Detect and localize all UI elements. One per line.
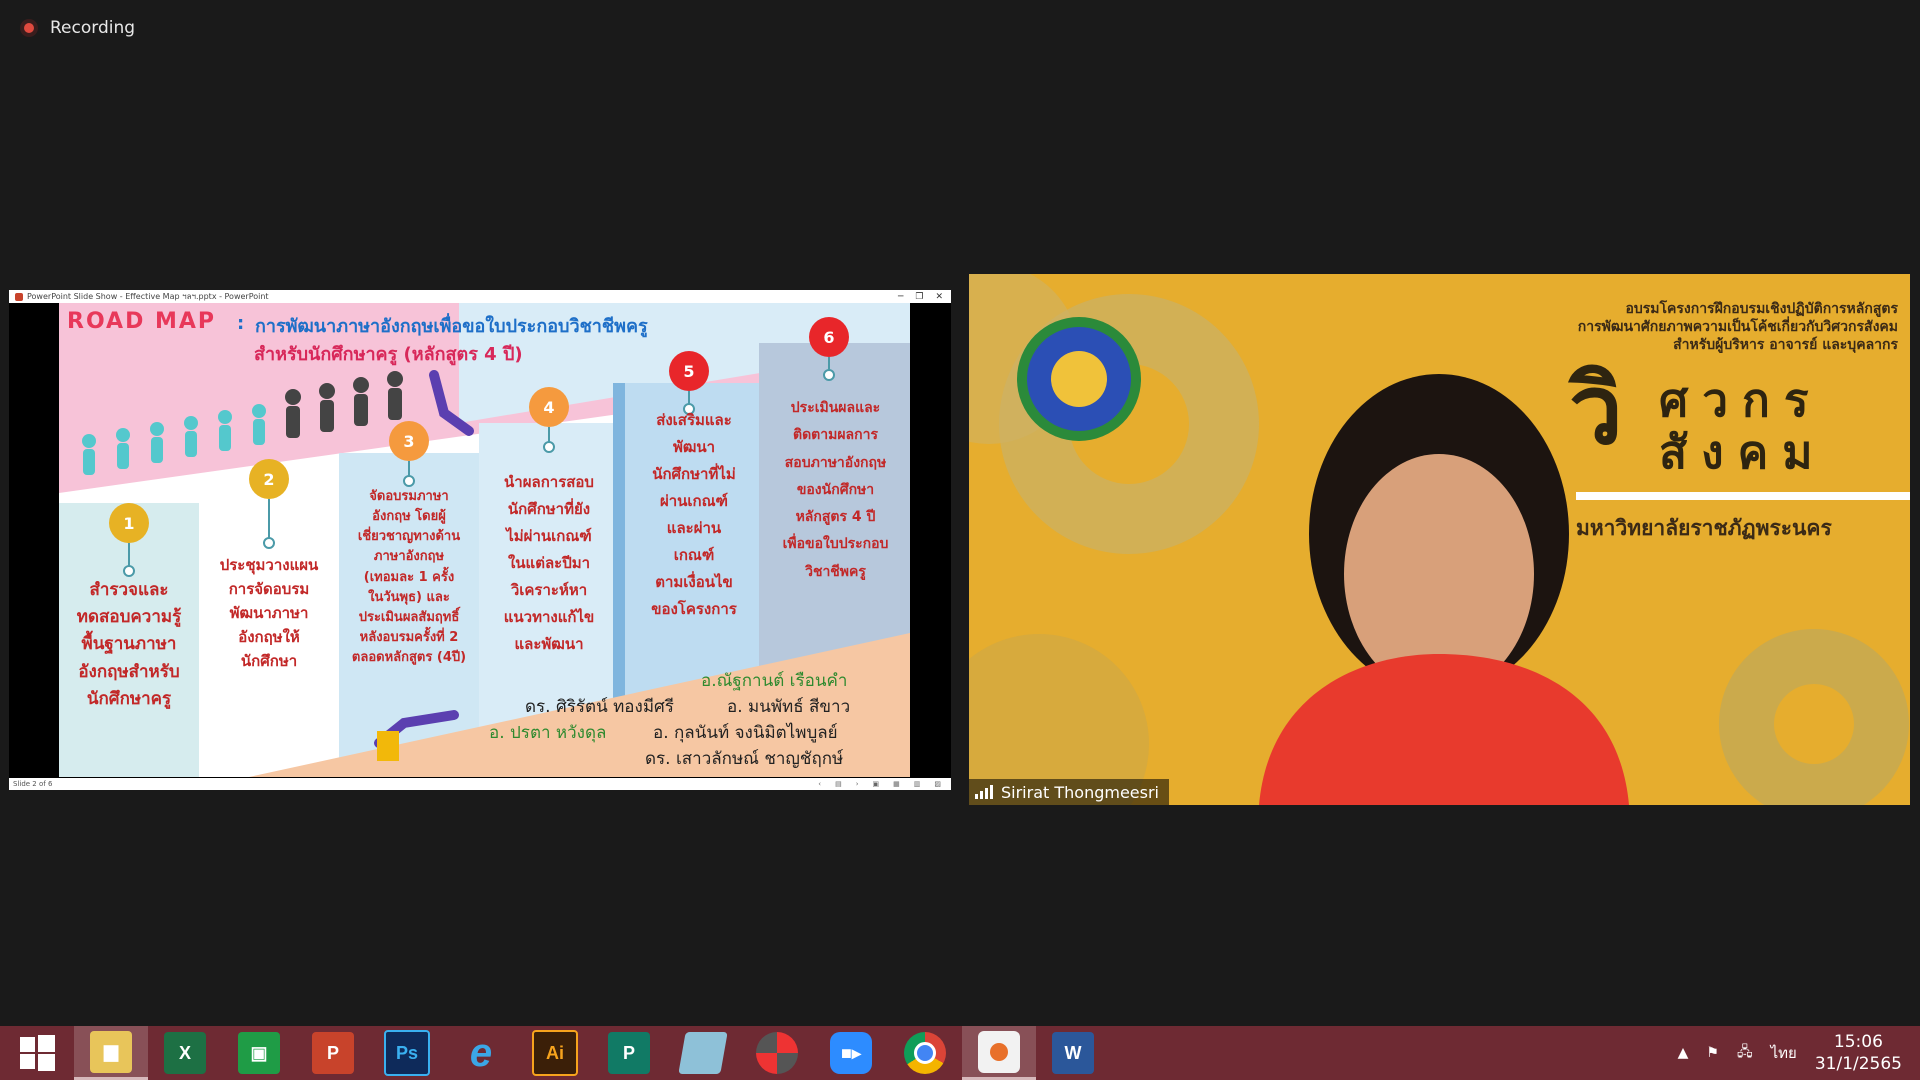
reading-view-icon[interactable]: ▥	[914, 780, 921, 788]
step-1-marker: 1	[109, 503, 149, 543]
banner-divider	[1576, 492, 1910, 500]
slideshow-status-bar: Slide 2 of 6 ‹ ▤ › ▣ ▦ ▥ ▨	[9, 778, 951, 790]
banner-line-3: สำหรับผู้บริหาร อาจารย์ และบุคลากร	[1673, 337, 1898, 353]
taskbar-powerpoint[interactable]: P	[296, 1026, 370, 1080]
step-1-stem	[128, 543, 130, 567]
taskbar-photoscape[interactable]	[740, 1026, 814, 1080]
participant-name-tag: Sirirat Thongmeesri	[969, 779, 1169, 805]
taskbar-excel[interactable]: X	[148, 1026, 222, 1080]
step-5-text: ส่งเสริมและ พัฒนา นักศึกษาที่ไม่ ผ่านเกณ…	[651, 411, 737, 618]
taskbar-photoshop[interactable]: Ps	[370, 1026, 444, 1080]
participant-video[interactable]: อบรมโครงการฝึกอบรมเชิงปฏิบัติการหลักสูตร…	[969, 274, 1910, 805]
banner-university: มหาวิทยาลัยราชภัฏพระนคร	[1576, 516, 1832, 540]
slide-menu-icon[interactable]: ▤	[835, 780, 842, 788]
taskbar-word[interactable]: W	[1036, 1026, 1110, 1080]
step-3-marker: 3	[389, 421, 429, 461]
step-6-marker: 6	[809, 317, 849, 357]
step-2-stem-end	[263, 537, 275, 549]
photoscape-icon	[756, 1032, 798, 1074]
step-4-stem-end	[543, 441, 555, 453]
powerpoint-icon: P	[312, 1032, 354, 1074]
slide-title-colon: :	[237, 313, 245, 334]
restore-icon[interactable]: ❐	[915, 292, 923, 302]
action-center-flag-icon[interactable]: ⚑	[1706, 1045, 1719, 1061]
participant-name: Sirirat Thongmeesri	[1001, 782, 1159, 802]
clock-time: 15:06	[1833, 1032, 1883, 1052]
publisher-icon: P	[608, 1032, 650, 1074]
taskbar: ▆ X ▣ P Ps e Ai P ■▸ W ▲ ⚑ 🖧 ไทย 15:06 3…	[0, 1026, 1920, 1080]
windows-icon	[20, 1035, 55, 1071]
slideshow-window-title: PowerPoint Slide Show - Effective Map ฯล…	[27, 292, 269, 301]
close-icon[interactable]: ✕	[935, 292, 943, 302]
photoshop-icon: Ps	[384, 1030, 430, 1076]
step-1-text: สำรวจและ ทดสอบความรู้ พื้นฐานภาษา อังกฤษ…	[76, 580, 182, 709]
step-3-text: จัดอบรมภาษา อังกฤษ โดยผู้ เชี่ยวชาญทางด้…	[351, 489, 467, 666]
taskbar-illustrator[interactable]: Ai	[518, 1026, 592, 1080]
step-6-text: ประเมินผลและ ติดตามผลการ สอบภาษาอังกฤษ ข…	[782, 400, 889, 580]
slideshow-icon	[978, 1030, 1020, 1073]
normal-view-icon[interactable]: ▣	[873, 780, 880, 788]
slide-title: ROAD MAP	[67, 309, 217, 334]
taskbar-chrome[interactable]	[888, 1026, 962, 1080]
step-4-text: นำผลการสอบ นักศึกษาที่ยัง ไม่ผ่านเกณฑ์ ใ…	[503, 473, 595, 653]
taskbar-notepad[interactable]	[666, 1026, 740, 1080]
store-icon: ▣	[238, 1032, 280, 1074]
credit-2: ดร. ศิริรัตน์ ทองมีศรี	[525, 697, 674, 717]
taskbar-publisher[interactable]: P	[592, 1026, 666, 1080]
minimize-icon[interactable]: ─	[898, 292, 903, 302]
sorter-view-icon[interactable]: ▦	[893, 780, 900, 788]
slide-canvas: ROAD MAP : การพัฒนาภาษาอังกฤษเพื่อขอใบปร…	[59, 303, 910, 777]
credit-4: อ. ปรตา หวังดุล	[489, 723, 607, 743]
word-icon: W	[1052, 1032, 1094, 1074]
language-indicator[interactable]: ไทย	[1771, 1041, 1797, 1065]
start-button[interactable]	[0, 1026, 74, 1080]
step-6-stem-end	[823, 369, 835, 381]
taskbar-internet-explorer[interactable]: e	[444, 1026, 518, 1080]
system-tray: ▲ ⚑ 🖧 ไทย 15:06 31/1/2565	[1678, 1031, 1920, 1075]
credit-5: อ. กุลนันท์ จงนิมิตไพบูลย์	[653, 723, 838, 743]
step-1-stem-end	[123, 565, 135, 577]
internet-explorer-icon: e	[469, 1030, 493, 1075]
taskbar-slideshow[interactable]	[962, 1026, 1036, 1080]
meeting-stage: Recording PowerPoint Slide Show - Effect…	[0, 0, 1920, 1026]
previous-slide-icon[interactable]: ‹	[818, 780, 821, 788]
banner-big-line-2: สังคม	[1659, 425, 1827, 479]
chrome-icon	[904, 1032, 946, 1074]
next-slide-icon[interactable]: ›	[856, 780, 859, 788]
zoom-icon: ■▸	[830, 1032, 872, 1074]
recording-label: Recording	[50, 18, 136, 38]
excel-icon: X	[164, 1032, 206, 1074]
step-3-stem-end	[403, 475, 415, 487]
taskbar-file-explorer[interactable]: ▆	[74, 1026, 148, 1080]
signal-strength-icon	[975, 785, 993, 799]
banner-big-char: วิ	[1569, 354, 1623, 466]
slideshow-view-icon[interactable]: ▨	[934, 780, 941, 788]
step-2-marker: 2	[249, 459, 289, 499]
record-icon	[20, 19, 38, 37]
step-2-stem	[268, 499, 270, 539]
recording-indicator[interactable]: Recording	[20, 18, 135, 38]
show-hidden-icons-icon[interactable]: ▲	[1678, 1045, 1689, 1061]
clock[interactable]: 15:06 31/1/2565	[1815, 1031, 1902, 1075]
step-5-marker: 5	[669, 351, 709, 391]
credit-6: ดร. เสาวลักษณ์ ชาญชัฤกษ์	[645, 749, 844, 769]
notepad-icon	[678, 1032, 728, 1074]
taskbar-zoom[interactable]: ■▸	[814, 1026, 888, 1080]
slide-counter: Slide 2 of 6	[13, 780, 53, 788]
slideshow-title-bar: PowerPoint Slide Show - Effective Map ฯล…	[9, 290, 951, 303]
file-explorer-icon: ▆	[90, 1030, 132, 1073]
clock-date: 31/1/2565	[1814, 1054, 1902, 1074]
network-icon[interactable]: 🖧	[1737, 1041, 1753, 1065]
slide-subtitle-1: การพัฒนาภาษาอังกฤษเพื่อขอใบประกอบวิชาชีพ…	[255, 316, 648, 337]
credit-3: อ. มนพัทธ์ สีขาว	[727, 697, 851, 717]
slide-subtitle-2: สำหรับนักศึกษาครู (หลักสูตร 4 ปี)	[254, 344, 523, 365]
powerpoint-small-icon	[15, 292, 23, 301]
shared-screen[interactable]: PowerPoint Slide Show - Effective Map ฯล…	[9, 290, 951, 790]
illustrator-icon: Ai	[532, 1030, 578, 1076]
credit-1: อ.ณัฐกานต์ เรือนคำ	[701, 671, 848, 691]
step-4-marker: 4	[529, 387, 569, 427]
taskbar-store[interactable]: ▣	[222, 1026, 296, 1080]
step-2-text: ประชุมวางแผน การจัดอบรม พัฒนาภาษา อังกฤษ…	[219, 556, 319, 670]
